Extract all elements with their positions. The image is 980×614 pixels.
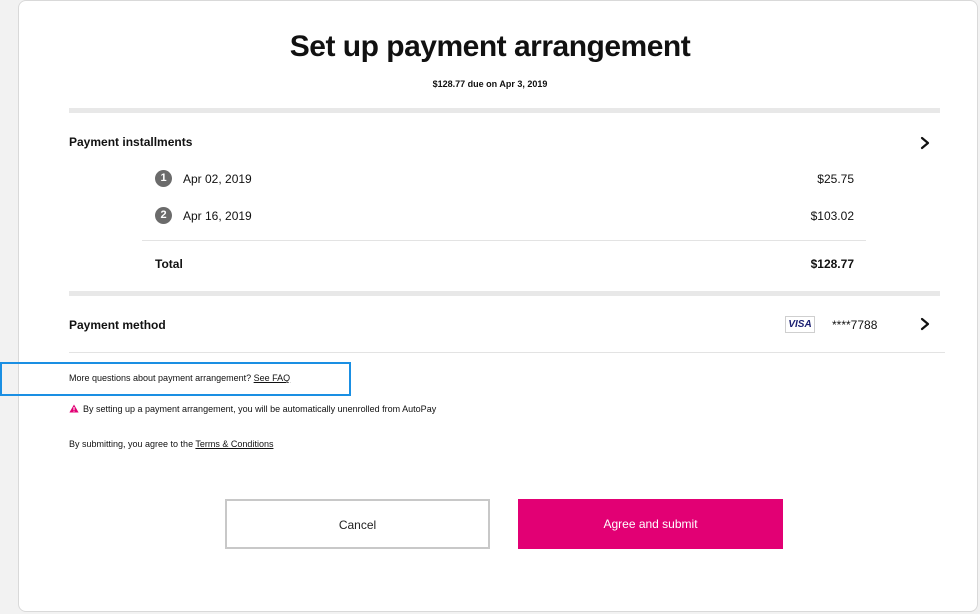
- payment-method-divider: [69, 352, 945, 353]
- warning-text: By setting up a payment arrangement, you…: [83, 404, 437, 414]
- installment-number-badge: 2: [155, 207, 172, 224]
- terms-conditions-link[interactable]: Terms & Conditions: [195, 439, 273, 449]
- cancel-button[interactable]: Cancel: [225, 499, 490, 549]
- installment-amount: $103.02: [810, 209, 854, 223]
- terms-row: By submitting, you agree to the Terms & …: [69, 439, 273, 449]
- installment-date: Apr 16, 2019: [183, 209, 252, 223]
- warning-triangle-icon: [69, 404, 79, 415]
- faq-row: More questions about payment arrangement…: [69, 373, 290, 383]
- installment-number-badge: 1: [155, 170, 172, 187]
- total-label: Total: [155, 257, 183, 271]
- visa-card-icon: VISA: [785, 316, 815, 333]
- faq-text: More questions about payment arrangement…: [69, 373, 252, 383]
- see-faq-link[interactable]: See FAQ: [254, 373, 291, 383]
- section-divider: [69, 291, 940, 296]
- total-divider: [142, 240, 866, 241]
- installments-label: Payment installments: [69, 135, 193, 149]
- total-amount: $128.77: [810, 257, 854, 271]
- section-divider: [69, 108, 940, 113]
- card-number: ****7788: [832, 318, 878, 332]
- amount-due-subtitle: $128.77 due on Apr 3, 2019: [432, 79, 548, 89]
- autopay-warning: By setting up a payment arrangement, you…: [69, 404, 436, 415]
- terms-text: By submitting, you agree to the: [69, 439, 194, 449]
- payment-method-label: Payment method: [69, 318, 166, 332]
- payment-arrangement-card: [18, 0, 978, 612]
- installment-date: Apr 02, 2019: [183, 172, 252, 186]
- installments-chevron-right-icon[interactable]: [918, 136, 932, 150]
- page-title: Set up payment arrangement: [289, 30, 691, 63]
- payment-method-chevron-right-icon[interactable]: [918, 317, 932, 331]
- agree-submit-button[interactable]: Agree and submit: [518, 499, 783, 549]
- installment-amount: $25.75: [817, 172, 854, 186]
